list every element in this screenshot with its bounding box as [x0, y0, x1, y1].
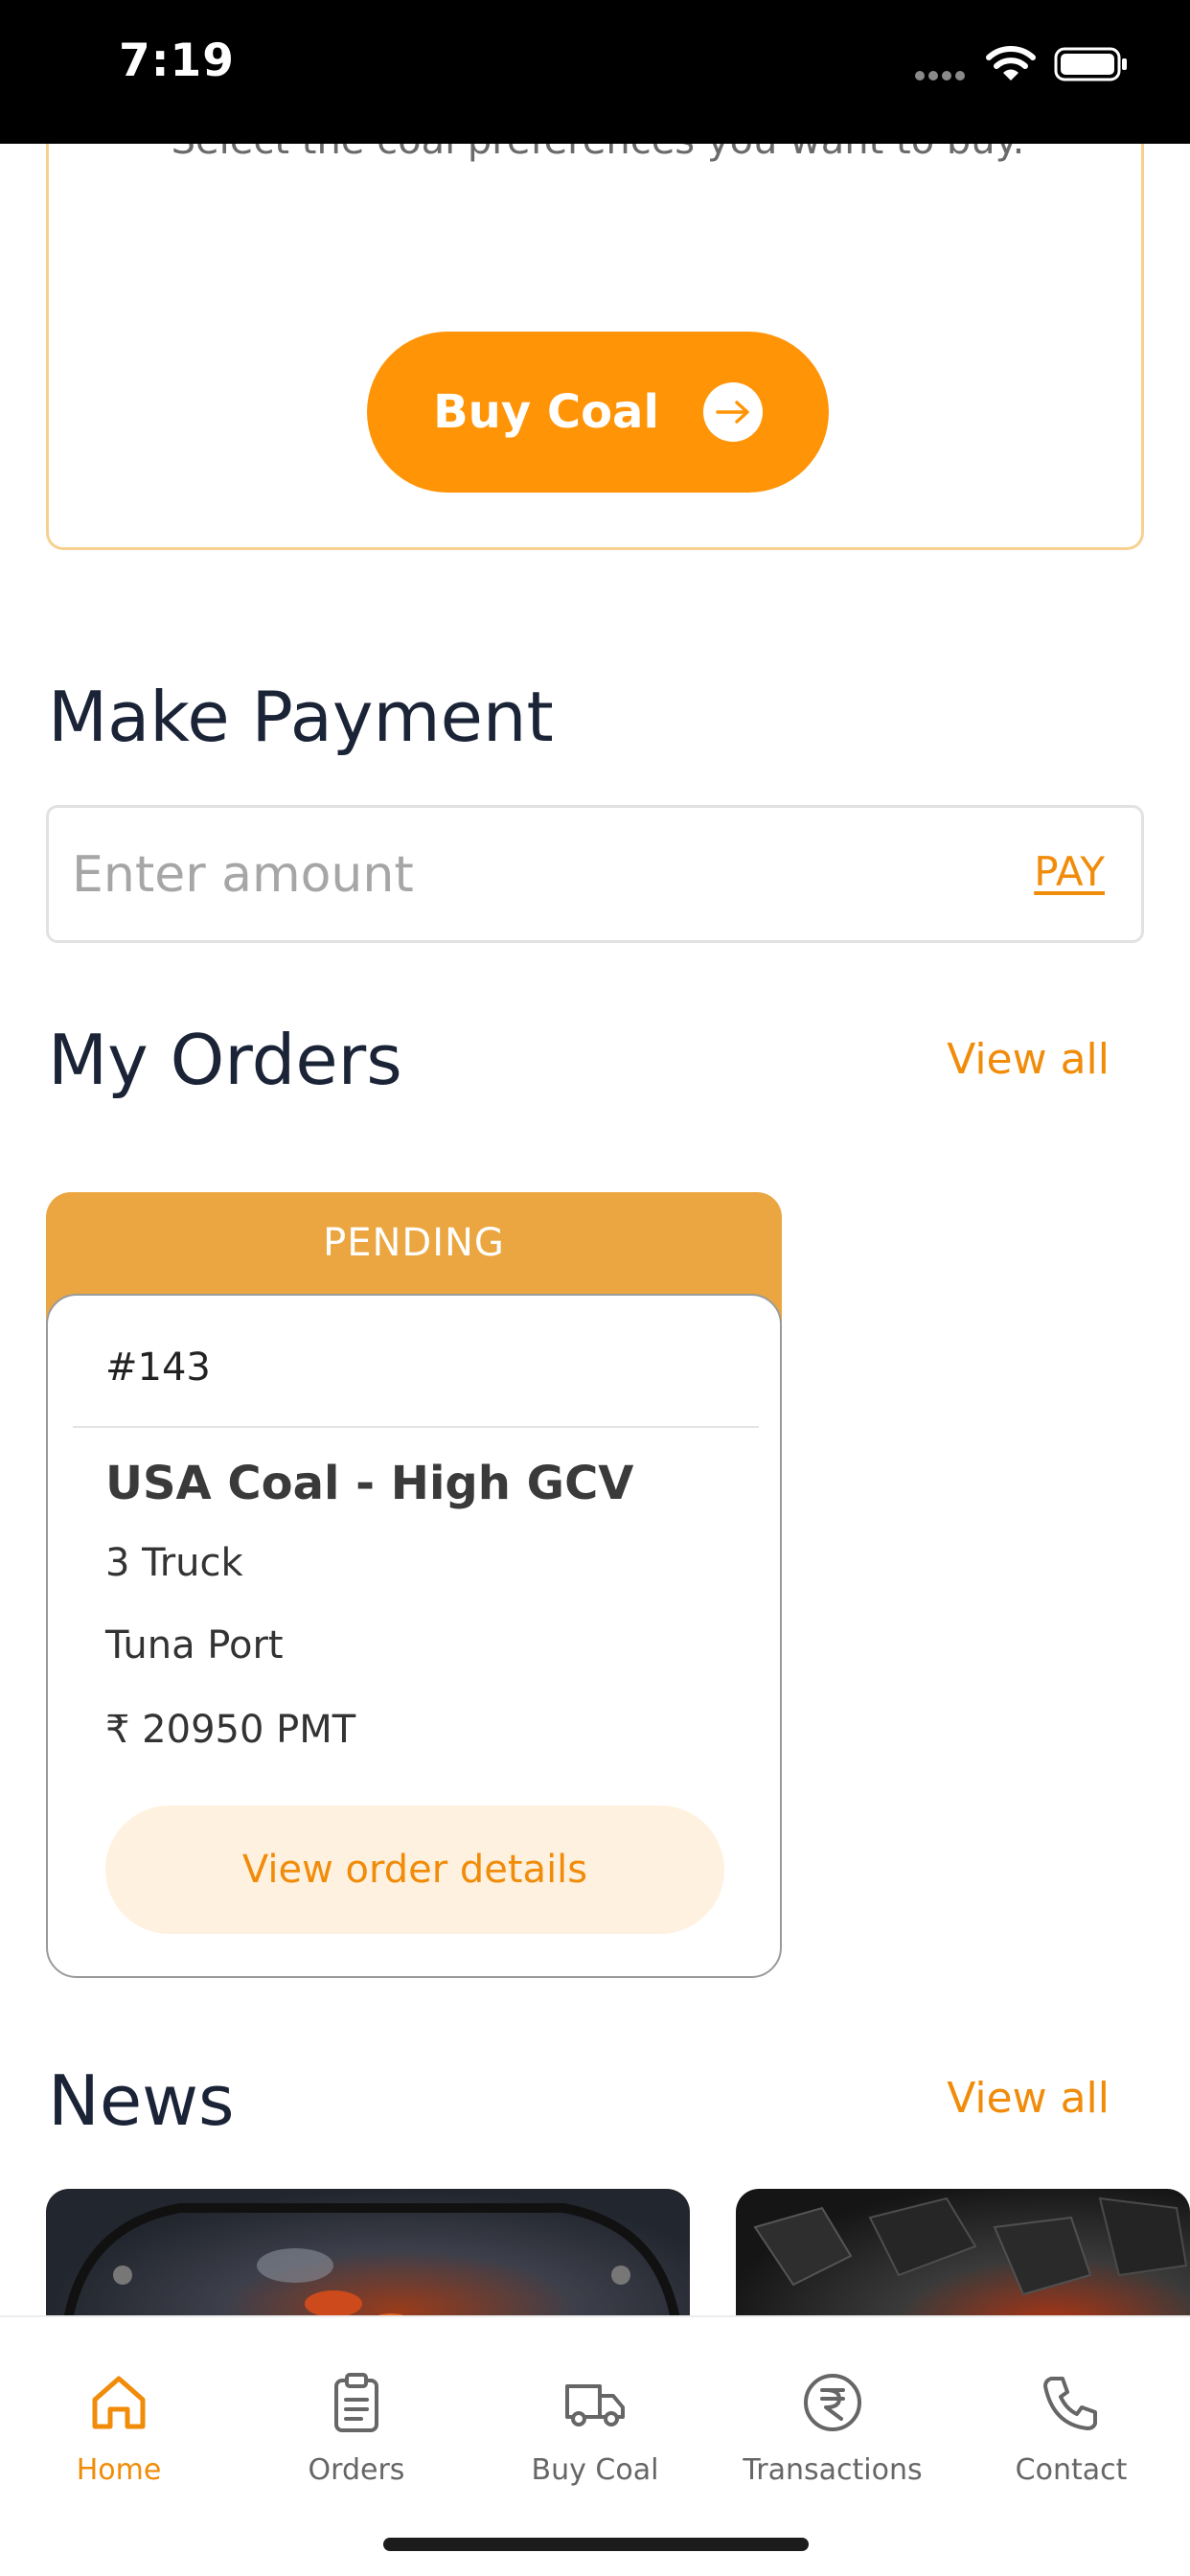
view-order-details-button[interactable]: View order details [105, 1806, 724, 1934]
my-orders-title: My Orders [48, 1020, 402, 1100]
order-product-name: USA Coal - High GCV [105, 1457, 634, 1510]
buy-coal-card: Select the coal preferences you want to … [46, 144, 1144, 550]
nav-buy-coal[interactable]: Buy Coal [480, 2369, 710, 2487]
phone-icon [1043, 2377, 1097, 2430]
pay-button[interactable]: PAY [1034, 848, 1105, 895]
news-title: News [48, 2060, 235, 2141]
nav-home[interactable]: Home [4, 2369, 234, 2487]
nav-orders[interactable]: Orders [241, 2369, 471, 2487]
order-card-body: #143 USA Coal - High GCV 3 Truck Tuna Po… [46, 1294, 782, 1978]
amount-input[interactable] [72, 833, 915, 917]
order-divider [73, 1426, 759, 1428]
order-price: ₹ 20950 PMT [105, 1708, 356, 1752]
nav-label: Transactions [743, 2453, 923, 2487]
nav-label: Buy Coal [531, 2453, 659, 2487]
make-payment-title: Make Payment [48, 677, 554, 757]
battery-icon [1054, 47, 1127, 81]
news-view-all-link[interactable]: View all [947, 2074, 1110, 2123]
wifi-icon [986, 46, 1036, 80]
nav-label: Contact [1015, 2453, 1128, 2487]
order-quantity: 3 Truck [105, 1541, 243, 1585]
home-content[interactable]: Select the coal preferences you want to … [0, 144, 1190, 2315]
buy-coal-button-label: Buy Coal [433, 385, 659, 439]
order-card: PENDING #143 USA Coal - High GCV 3 Truck… [46, 1192, 782, 1978]
home-indicator[interactable] [383, 2538, 809, 2551]
arrow-right-icon [702, 382, 763, 442]
news-card-image[interactable] [736, 2189, 1190, 2315]
truck-icon [565, 2384, 625, 2426]
clipboard-icon [334, 2373, 378, 2432]
grill-photo [63, 2203, 680, 2315]
order-port: Tuna Port [105, 1623, 284, 1668]
nav-contact[interactable]: Contact [956, 2369, 1186, 2487]
status-time: 7:19 [119, 34, 235, 87]
payment-box: PAY [46, 805, 1144, 943]
nav-label: Home [76, 2453, 162, 2487]
buy-coal-button[interactable]: Buy Coal [367, 332, 829, 493]
order-id: #143 [105, 1346, 211, 1390]
signal-icon [915, 71, 969, 80]
news-card-image[interactable] [46, 2189, 690, 2315]
buy-coal-description: Select the coal preferences you want to … [49, 144, 1147, 171]
orders-view-all-link[interactable]: View all [947, 1035, 1110, 1084]
status-bar: 7:19 [0, 0, 1190, 144]
charcoal-photo [753, 2196, 1188, 2296]
nav-label: Orders [308, 2453, 405, 2487]
nav-transactions[interactable]: Transactions [718, 2369, 948, 2487]
home-icon [92, 2376, 146, 2429]
rupee-icon [804, 2374, 861, 2431]
